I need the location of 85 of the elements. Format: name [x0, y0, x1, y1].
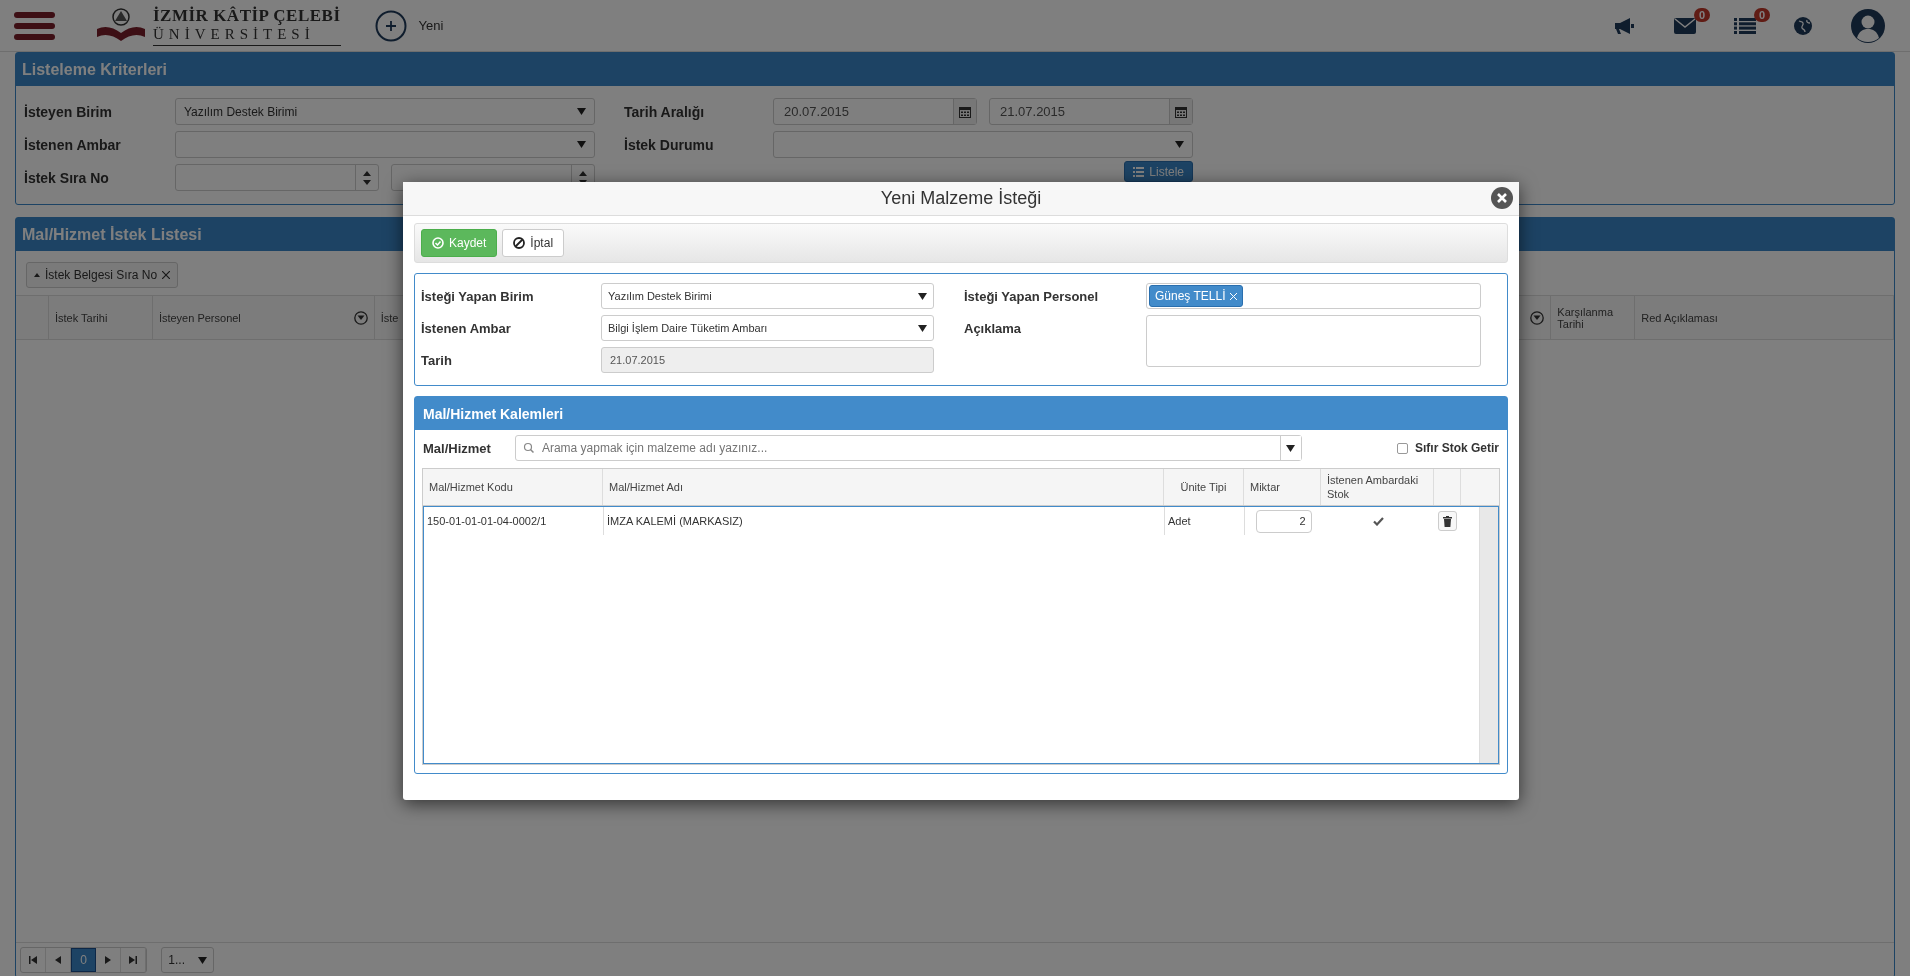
caret-icon — [197, 956, 207, 964]
plus-circle-icon[interactable] — [374, 9, 407, 42]
megaphone-icon[interactable] — [1614, 16, 1636, 35]
column-header[interactable]: Karşılanma Tarihi — [1557, 305, 1629, 330]
search-field[interactable]: Arama yapmak için malzeme adı yazınız... — [514, 435, 1302, 461]
globe-icon[interactable] — [1794, 16, 1812, 35]
column-header: İstenen Ambardaki Stok — [1327, 472, 1420, 502]
scrollbar[interactable] — [1479, 507, 1498, 763]
close-icon[interactable] — [1491, 187, 1513, 209]
field-label: İsteği Yapan Personel — [964, 288, 1100, 304]
menu-icon[interactable] — [14, 11, 55, 40]
caret-icon — [1175, 141, 1184, 148]
calendar-icon[interactable] — [959, 105, 971, 118]
unit-select[interactable]: Yazılım Destek Birimi — [601, 283, 934, 309]
count-badge: 0 — [1693, 7, 1710, 22]
caret-icon — [918, 324, 927, 332]
field-label: İsteği Yapan Birim — [421, 288, 535, 304]
table-cell: Adet — [1168, 515, 1191, 527]
caret-icon — [577, 141, 586, 148]
previous-icon — [55, 956, 61, 964]
page-size-select[interactable]: 1... — [161, 947, 214, 973]
caret-icon — [1286, 444, 1296, 452]
calendar-icon[interactable] — [1175, 105, 1187, 118]
dialog-title: Yeni Malzeme İsteği — [880, 188, 1042, 209]
table-cell: İMZA KALEMİ (MARKASIZ) — [607, 515, 743, 527]
sort-up-icon — [34, 273, 40, 277]
last-page-icon — [129, 956, 137, 964]
ban-icon — [513, 237, 526, 249]
field-label: İstek Sıra No — [24, 169, 110, 186]
list-icon — [1133, 166, 1145, 177]
dropdown-button[interactable] — [1279, 436, 1301, 460]
cancel-button[interactable]: İptal — [502, 229, 565, 257]
first-page-icon — [29, 956, 37, 964]
column-header: Mal/Hizmet Kodu — [429, 479, 513, 495]
field-label: İstenen Ambar — [24, 136, 122, 153]
person-tag[interactable]: Güneş TELLİ — [1149, 285, 1243, 307]
mail-icon[interactable] — [1674, 17, 1696, 34]
trash-icon — [1443, 515, 1452, 527]
table-cell: 150-01-01-01-04-0002/1 — [427, 515, 547, 527]
warehouse-select[interactable]: Bilgi İşlem Daire Tüketim Ambarı — [601, 315, 934, 341]
check-circle-icon — [432, 237, 444, 249]
delete-button[interactable] — [1438, 511, 1457, 531]
filter-icon[interactable] — [353, 310, 368, 325]
description-field[interactable] — [1146, 315, 1481, 367]
field-label: Tarih — [421, 352, 453, 368]
column-header: Miktar — [1250, 479, 1280, 495]
field-label: İstenen Ambar — [421, 320, 512, 336]
quantity-field[interactable]: 2 — [1255, 509, 1312, 533]
column-header[interactable]: İsteyen Personel — [158, 311, 241, 324]
column-header[interactable]: İstek Tarihi — [55, 311, 108, 324]
number-field[interactable] — [175, 164, 379, 191]
field-label: İsteyen Birim — [24, 103, 113, 120]
date-field[interactable]: 20.07.2015 — [773, 98, 977, 125]
field-label: Mal/Hizmet — [423, 440, 491, 456]
panel-title: Mal/Hizmet Kalemleri — [415, 397, 1507, 430]
unit-select[interactable]: Yazılım Destek Birimi — [175, 98, 595, 125]
sort-label: İstek Belgesi Sıra No — [45, 268, 158, 282]
new-link[interactable]: Yeni — [418, 18, 444, 33]
list-button[interactable]: Listele — [1124, 161, 1193, 182]
next-icon — [105, 956, 111, 964]
column-header[interactable]: İste — [380, 311, 399, 324]
page-button[interactable]: 0 — [71, 948, 96, 972]
checkbox-label: Sıfır Stok Getir — [1414, 441, 1499, 455]
date-field[interactable]: 21.07.2015 — [989, 98, 1193, 125]
column-header: Ünite Tipi — [1180, 479, 1227, 495]
caret-icon — [577, 108, 586, 115]
personnel-field[interactable]: Güneş TELLİ — [1146, 283, 1481, 309]
panel-title: Listeleme Kriterleri — [16, 53, 1894, 86]
save-button[interactable]: Kaydet — [421, 229, 498, 257]
sort-chip[interactable]: İstek Belgesi Sıra No — [26, 262, 179, 288]
logo-subtitle: ÜNİVERSİTESİ — [153, 25, 316, 43]
list-icon[interactable] — [1734, 17, 1756, 34]
avatar-icon[interactable] — [1850, 7, 1886, 44]
column-header: Mal/Hizmet Adı — [609, 479, 683, 495]
field-label: İstek Durumu — [624, 136, 715, 153]
caret-icon — [918, 292, 927, 300]
field-label: Tarih Aralığı — [624, 103, 706, 120]
close-icon[interactable] — [162, 271, 171, 279]
column-header[interactable]: Red Açıklaması — [1641, 311, 1718, 324]
field-label: Açıklama — [964, 321, 1023, 336]
filter-icon[interactable] — [1530, 310, 1545, 325]
remove-icon[interactable] — [1229, 292, 1237, 300]
logo-title: İZMİR KÂTİP ÇELEBİ — [153, 5, 341, 26]
checkbox[interactable] — [1396, 442, 1408, 454]
count-badge: 0 — [1753, 7, 1770, 22]
